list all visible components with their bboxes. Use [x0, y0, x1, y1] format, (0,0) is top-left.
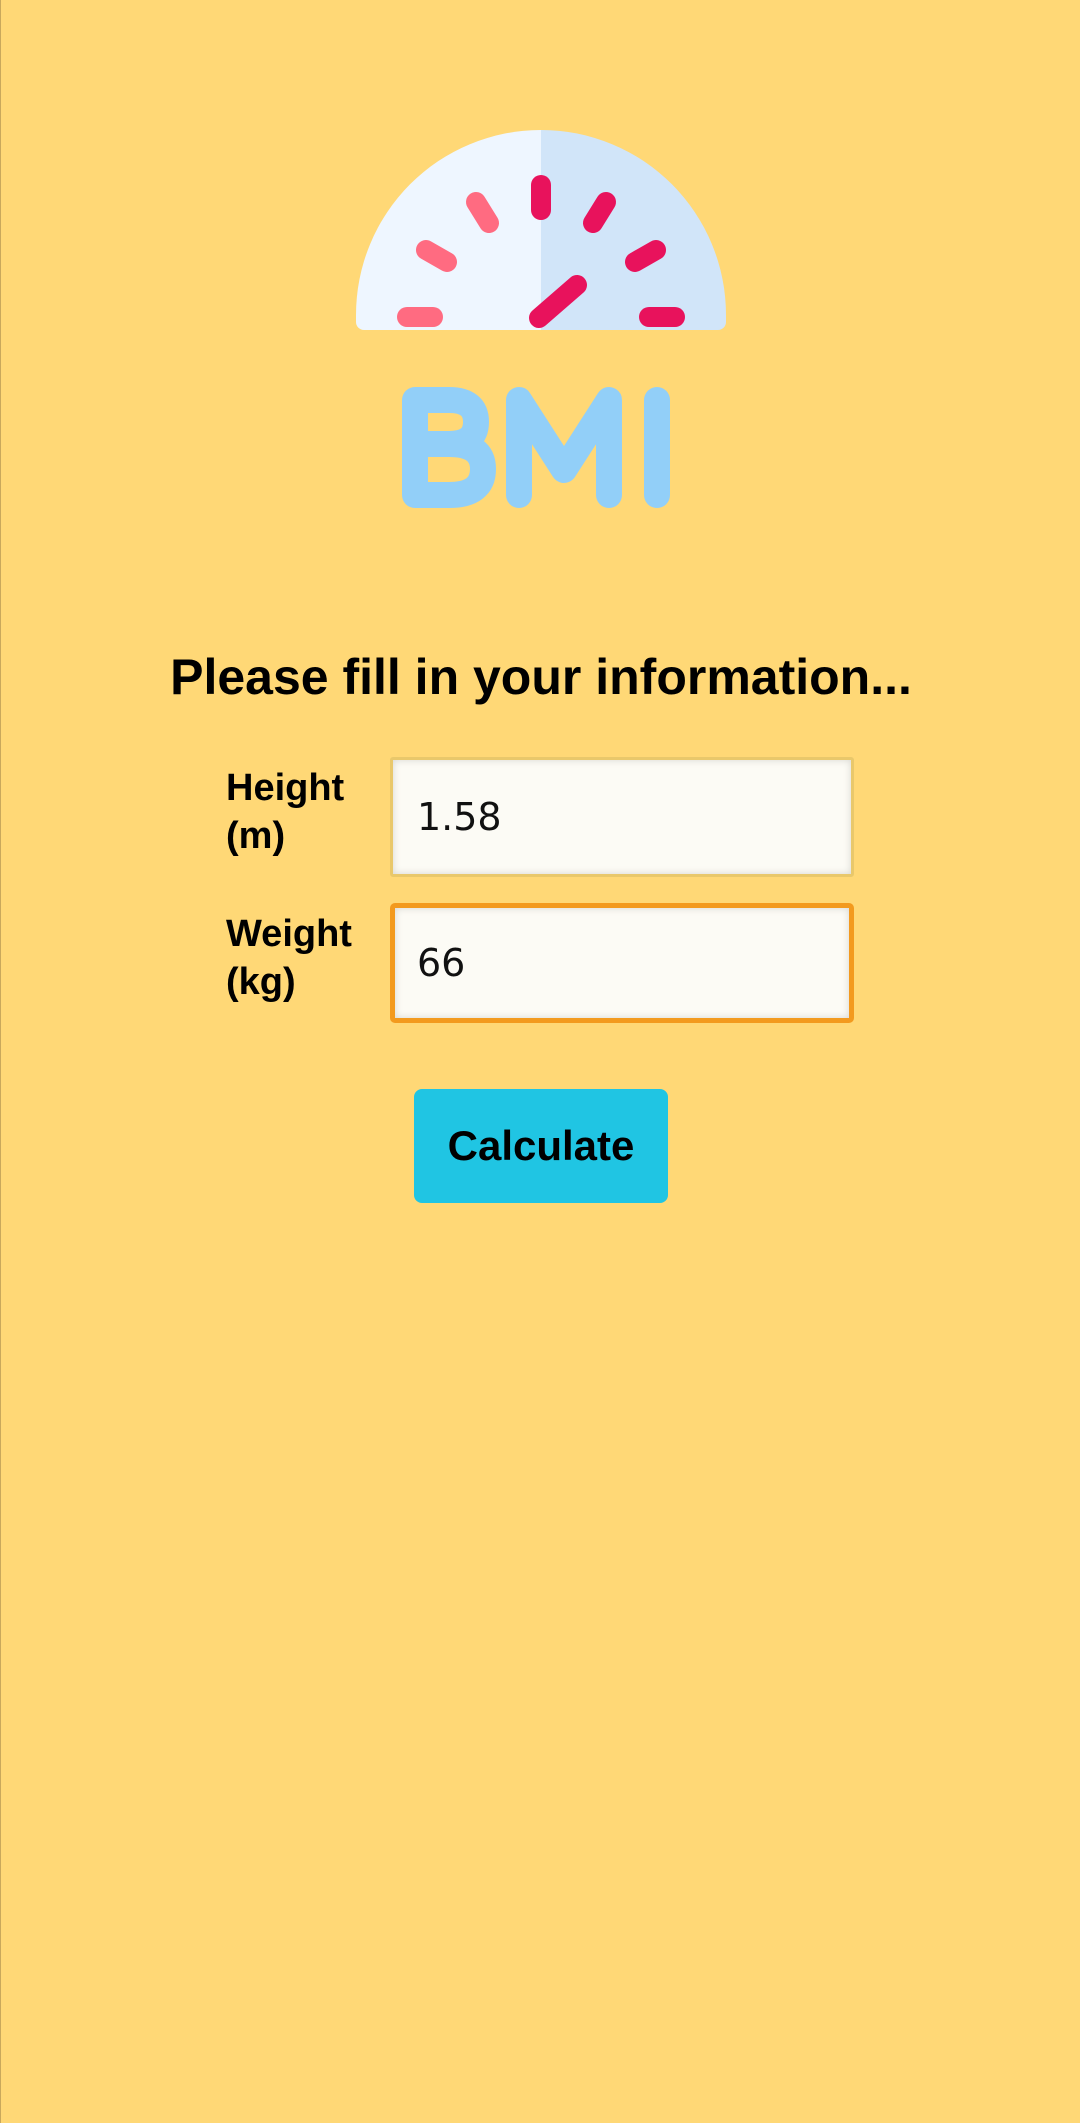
height-label: Height (m) [226, 764, 346, 860]
page-title: Please fill in your information... [170, 649, 912, 705]
bmi-logo [341, 125, 741, 525]
weight-input[interactable] [390, 903, 854, 1023]
calculate-button[interactable]: Calculate [414, 1089, 668, 1203]
speedometer-gauge-icon [356, 130, 726, 508]
weight-label-text: Weight (kg) [226, 913, 352, 1003]
height-label-text: Height (m) [226, 767, 345, 857]
weight-label: Weight (kg) [226, 910, 366, 1006]
height-input[interactable] [390, 757, 854, 877]
